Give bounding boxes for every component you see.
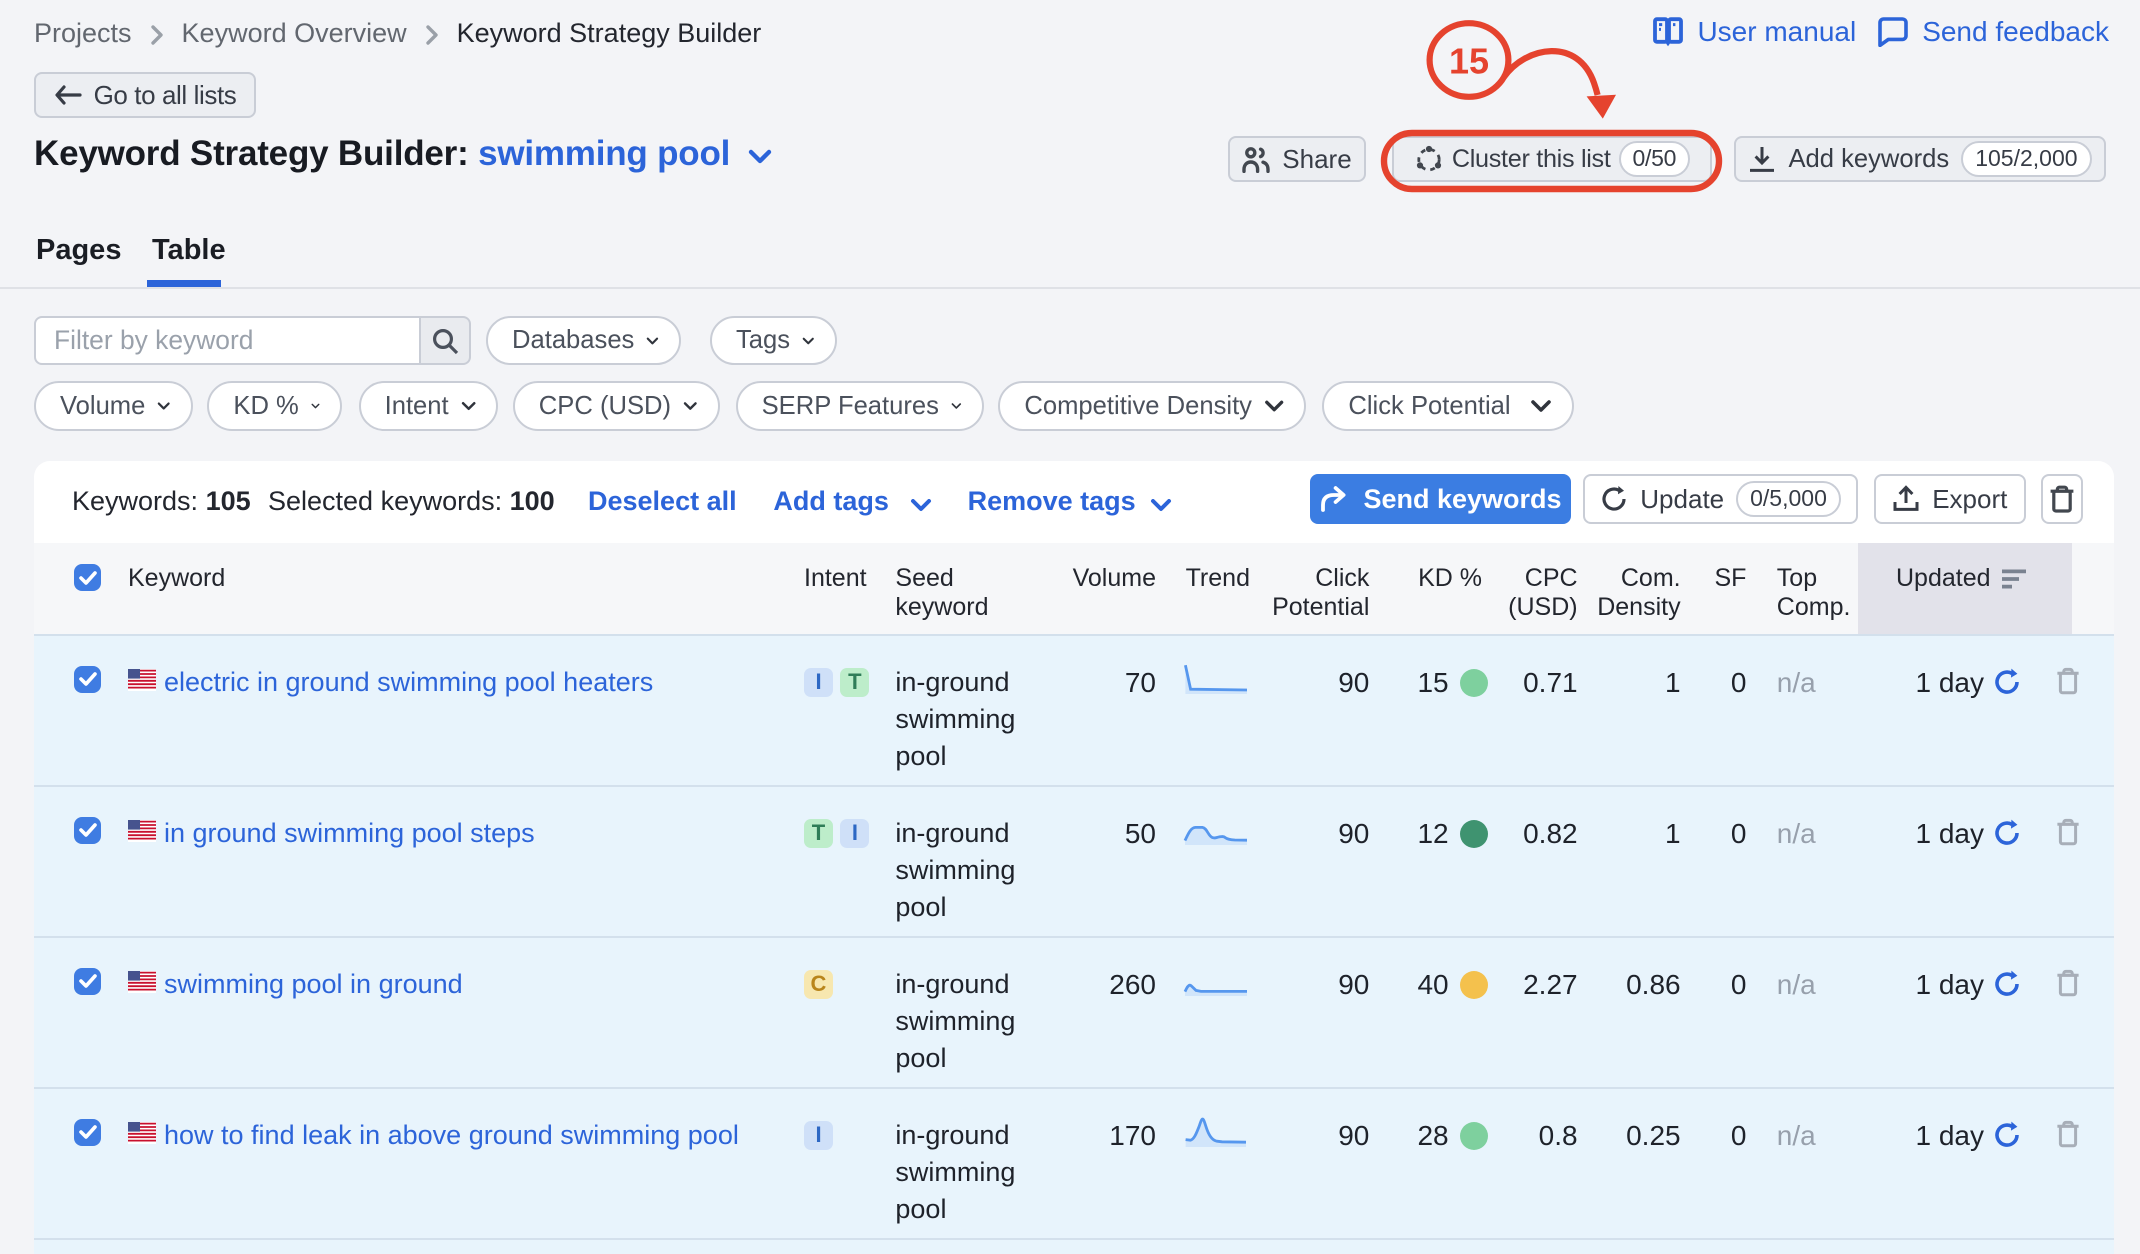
svg-text:15: 15 — [1449, 40, 1489, 81]
